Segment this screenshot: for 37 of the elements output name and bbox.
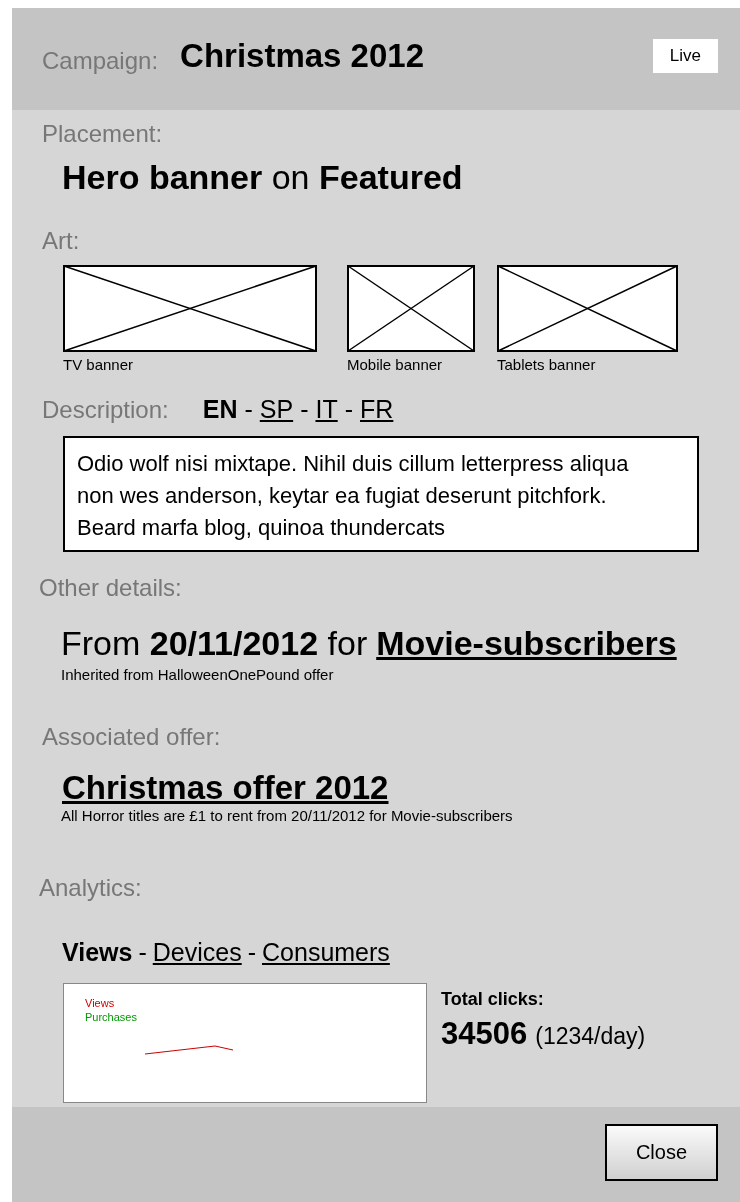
image-caption: TV banner	[63, 356, 135, 373]
placement-value: Hero banner on Featured	[62, 158, 464, 197]
separator: -	[244, 395, 253, 423]
section-label: Analytics:	[39, 874, 143, 902]
audience-link[interactable]: Movie-subscribers	[376, 624, 677, 662]
analytics-tab[interactable]: Views	[62, 938, 133, 966]
separator: -	[300, 395, 309, 423]
language-tab[interactable]: EN	[202, 395, 238, 423]
campaign-label: Campaign:	[42, 47, 159, 75]
analytics-tab[interactable]: Devices	[152, 938, 242, 966]
clicks-per-day: (1234/day)	[535, 1023, 646, 1049]
total-clicks-value: 34506	[441, 1016, 528, 1051]
section-label: Associated offer:	[42, 723, 222, 751]
section-label: Placement:	[42, 120, 164, 148]
close-button[interactable]: Close	[605, 1123, 718, 1181]
section-label: Description:	[42, 396, 169, 424]
campaign-title: Christmas 2012	[180, 37, 426, 75]
legend-entry: Views	[85, 996, 116, 1010]
description-text: Odio wolf nisi mixtape. Nihil duis cillum letterpress aliqua non wes anderson, keytar ea fugiat deserunt pitchfork. Beard marfa blog, quinoa thundercats	[63, 436, 699, 552]
offer-summary: All Horror titles are £1 to rent from 20/11/2012 for Movie-subscribers	[61, 807, 514, 824]
language-tab[interactable]: IT	[315, 395, 338, 423]
separator: -	[344, 395, 353, 423]
image-caption: Tablets banner	[497, 356, 597, 373]
offer-link[interactable]: Christmas offer 2012	[62, 769, 740, 807]
separator: -	[247, 938, 256, 966]
separator: -	[138, 938, 147, 966]
schedule-text: From 20/11/2012 for	[61, 624, 368, 662]
section-label: Other details:	[39, 574, 183, 602]
section-label: Art:	[42, 227, 81, 255]
total-clicks-label: Total clicks:	[441, 989, 545, 1010]
analytics-tab[interactable]: Consumers	[262, 938, 390, 966]
legend-entry: Purchases	[85, 1010, 138, 1024]
image-caption: Mobile banner	[347, 356, 444, 373]
status-badge: Live	[652, 39, 718, 73]
inherited-note: Inherited from HalloweenOnePound offer	[61, 666, 335, 683]
language-tab[interactable]: FR	[360, 395, 394, 423]
language-tab[interactable]: SP	[259, 395, 294, 423]
